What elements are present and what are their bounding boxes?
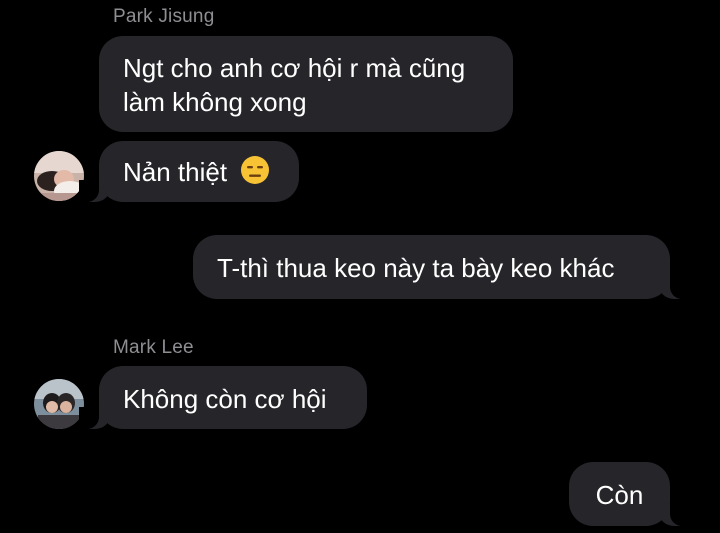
message-text: Nản thiệt: [123, 157, 228, 187]
message-bubble-incoming[interactable]: Không còn cơ hội: [79, 366, 367, 429]
message-text: Ngt cho anh cơ hội r mà cũng làm không x…: [123, 53, 466, 117]
message-text: Không còn cơ hội: [123, 384, 327, 414]
message-bubble-incoming[interactable]: Nản thiệt: [79, 141, 299, 202]
message-text: Còn: [595, 480, 644, 510]
avatar-photo-icon: [34, 379, 84, 429]
expressionless-face-icon: [241, 156, 270, 184]
message-bubble-incoming[interactable]: Ngt cho anh cơ hội r mà cũng làm không x…: [99, 36, 513, 132]
sender-name-park-jisung: Park Jisung: [113, 6, 215, 27]
avatar-mark-lee[interactable]: [34, 379, 84, 429]
message-bubble-outgoing[interactable]: T-thì thua keo này ta bày keo khác: [193, 235, 690, 299]
avatar-photo-icon: [34, 151, 84, 201]
message-bubble-outgoing[interactable]: Còn: [569, 462, 690, 526]
sender-name-mark-lee: Mark Lee: [113, 337, 194, 358]
message-text: T-thì thua keo này ta bày keo khác: [217, 253, 615, 283]
avatar-park-jisung[interactable]: [34, 151, 84, 201]
